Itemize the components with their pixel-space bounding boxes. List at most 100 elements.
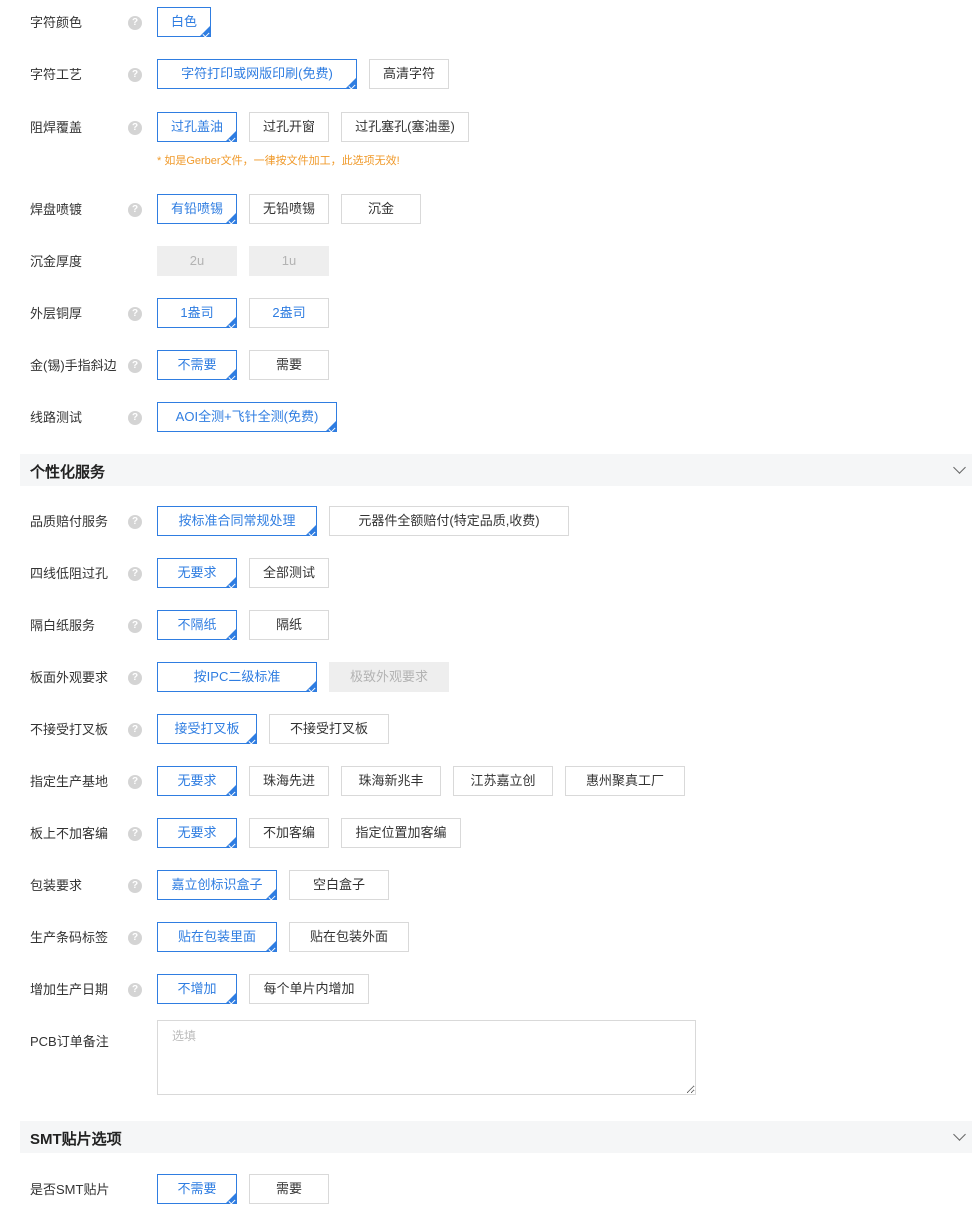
option-ipc-class2[interactable]: 按IPC二级标准 bbox=[157, 662, 317, 693]
option-1u: 1u bbox=[249, 246, 329, 276]
help-icon[interactable]: ? bbox=[128, 515, 142, 529]
option-via-open[interactable]: 过孔开窗 bbox=[249, 112, 329, 142]
help-icon[interactable]: ? bbox=[128, 775, 142, 789]
selected-check-icon bbox=[228, 373, 236, 381]
option-accept-x-out[interactable]: 接受打叉板 bbox=[157, 714, 257, 745]
option-print-free[interactable]: 字符打印或网版印刷(免费) bbox=[157, 59, 357, 90]
help-icon[interactable]: ? bbox=[128, 203, 142, 217]
option-code-at-position[interactable]: 指定位置加客编 bbox=[341, 818, 461, 848]
option-test-all[interactable]: 全部测试 bbox=[249, 558, 329, 588]
option-branded-box[interactable]: 嘉立创标识盒子 bbox=[157, 870, 277, 901]
section-title: 个性化服务 bbox=[30, 464, 106, 481]
help-icon[interactable]: ? bbox=[128, 619, 142, 633]
option-paper[interactable]: 隔纸 bbox=[249, 610, 329, 640]
option-premium-appearance: 极致外观要求 bbox=[329, 662, 449, 692]
field-label: 金(锡)手指斜边 bbox=[30, 358, 117, 373]
option-blank-box[interactable]: 空白盒子 bbox=[289, 870, 389, 900]
option-need[interactable]: 需要 bbox=[249, 350, 329, 380]
selected-check-icon bbox=[228, 789, 236, 797]
help-icon[interactable]: ? bbox=[128, 827, 142, 841]
help-icon[interactable]: ? bbox=[128, 68, 142, 82]
help-icon[interactable]: ? bbox=[128, 879, 142, 893]
field-label: 生产条码标签 bbox=[30, 930, 109, 945]
option-no-date[interactable]: 不增加 bbox=[157, 974, 237, 1005]
help-icon[interactable]: ? bbox=[128, 723, 142, 737]
field-label: 四线低阻过孔 bbox=[30, 566, 109, 581]
option-no-requirement[interactable]: 无要求 bbox=[157, 818, 237, 849]
option-leaded-hasl[interactable]: 有铅喷锡 bbox=[157, 194, 237, 225]
selected-check-icon bbox=[228, 581, 236, 589]
help-icon[interactable]: ? bbox=[128, 567, 142, 581]
option-huizhou-factory[interactable]: 惠州聚真工厂 bbox=[565, 766, 685, 796]
option-no-requirement[interactable]: 无要求 bbox=[157, 766, 237, 797]
field-label: 字符工艺 bbox=[30, 67, 83, 82]
option-aoi-flying-probe[interactable]: AOI全测+飞针全测(免费) bbox=[157, 402, 337, 433]
option-2oz[interactable]: 2盎司 bbox=[249, 298, 329, 328]
selected-check-icon bbox=[308, 529, 316, 537]
field-label: 线路测试 bbox=[30, 410, 83, 425]
option-no-requirement[interactable]: 无要求 bbox=[157, 558, 237, 589]
selected-check-icon bbox=[228, 135, 236, 143]
field-label: 字符颜色 bbox=[30, 15, 83, 30]
selected-check-icon bbox=[228, 997, 236, 1005]
help-icon[interactable]: ? bbox=[128, 16, 142, 30]
option-enig[interactable]: 沉金 bbox=[341, 194, 421, 224]
selected-check-icon bbox=[268, 893, 276, 901]
help-icon[interactable]: ? bbox=[128, 411, 142, 425]
help-icon[interactable]: ? bbox=[128, 307, 142, 321]
help-icon[interactable]: ? bbox=[128, 931, 142, 945]
help-icon[interactable]: ? bbox=[128, 359, 142, 373]
field-label: 板上不加客编 bbox=[30, 826, 109, 841]
field-label: 包装要求 bbox=[30, 878, 83, 893]
selected-check-icon bbox=[328, 425, 336, 433]
option-full-compensation[interactable]: 元器件全额赔付(特定品质,收费) bbox=[329, 506, 569, 536]
option-standard-contract[interactable]: 按标准合同常规处理 bbox=[157, 506, 317, 537]
field-label: 焊盘喷镀 bbox=[30, 202, 83, 217]
field-label: 是否SMT贴片 bbox=[30, 1182, 110, 1197]
section-smt-options[interactable]: SMT贴片选项 bbox=[20, 1121, 972, 1153]
warning-note: * 如是Gerber文件，一律按文件加工，此选项无效! bbox=[157, 155, 400, 167]
selected-check-icon bbox=[202, 30, 210, 38]
field-label: 不接受打叉板 bbox=[30, 722, 109, 737]
option-no-code[interactable]: 不加客编 bbox=[249, 818, 329, 848]
field-label: 指定生产基地 bbox=[30, 774, 109, 789]
selected-check-icon bbox=[348, 82, 356, 90]
field-label: 增加生产日期 bbox=[30, 982, 109, 997]
option-hd-char[interactable]: 高清字符 bbox=[369, 59, 449, 89]
field-label: 沉金厚度 bbox=[30, 254, 83, 269]
option-zhuhai-advanced[interactable]: 珠海先进 bbox=[249, 766, 329, 796]
remark-textarea[interactable] bbox=[157, 1020, 696, 1095]
section-personalized-services[interactable]: 个性化服务 bbox=[20, 454, 972, 486]
option-leadfree-hasl[interactable]: 无铅喷锡 bbox=[249, 194, 329, 224]
option-via-plug[interactable]: 过孔塞孔(塞油墨) bbox=[341, 112, 469, 142]
option-no-paper[interactable]: 不隔纸 bbox=[157, 610, 237, 641]
option-no-need[interactable]: 不需要 bbox=[157, 350, 237, 381]
option-label-inside[interactable]: 贴在包装里面 bbox=[157, 922, 277, 953]
option-date-per-unit[interactable]: 每个单片内增加 bbox=[249, 974, 369, 1004]
field-label: 品质赔付服务 bbox=[30, 514, 109, 529]
field-label: 板面外观要求 bbox=[30, 670, 109, 685]
chevron-down-icon[interactable] bbox=[953, 461, 966, 474]
option-label-outside[interactable]: 贴在包装外面 bbox=[289, 922, 409, 952]
field-label: 外层铜厚 bbox=[30, 306, 83, 321]
option-reject-x-out[interactable]: 不接受打叉板 bbox=[269, 714, 389, 744]
help-icon[interactable]: ? bbox=[128, 671, 142, 685]
section-title: SMT贴片选项 bbox=[30, 1131, 122, 1148]
chevron-down-icon[interactable] bbox=[953, 1128, 966, 1141]
option-smt[interactable]: 需要 bbox=[249, 1174, 329, 1204]
help-icon[interactable]: ? bbox=[128, 983, 142, 997]
option-jiangsu-jlc[interactable]: 江苏嘉立创 bbox=[453, 766, 553, 796]
option-zhuhai-xinzhaofeng[interactable]: 珠海新兆丰 bbox=[341, 766, 441, 796]
selected-check-icon bbox=[228, 217, 236, 225]
selected-check-icon bbox=[308, 685, 316, 693]
help-icon[interactable]: ? bbox=[128, 121, 142, 135]
selected-check-icon bbox=[248, 737, 256, 745]
field-label: PCB订单备注 bbox=[30, 1034, 109, 1049]
option-2u: 2u bbox=[157, 246, 237, 276]
option-white[interactable]: 白色 bbox=[157, 7, 211, 38]
selected-check-icon bbox=[228, 1197, 236, 1205]
field-label: 隔白纸服务 bbox=[30, 618, 96, 633]
option-no-smt[interactable]: 不需要 bbox=[157, 1174, 237, 1205]
option-1oz[interactable]: 1盎司 bbox=[157, 298, 237, 329]
option-via-cover[interactable]: 过孔盖油 bbox=[157, 112, 237, 143]
